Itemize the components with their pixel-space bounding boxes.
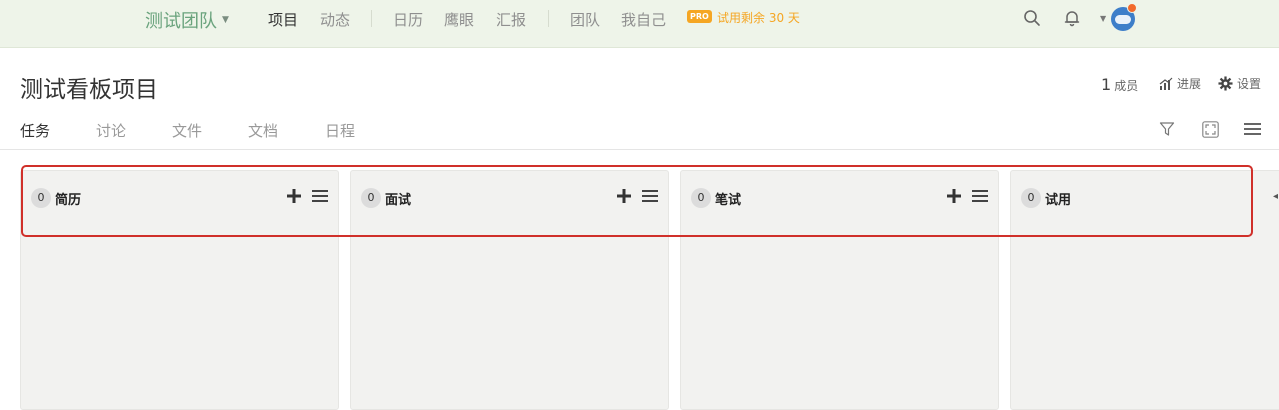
column-menu-icon[interactable] bbox=[971, 187, 989, 205]
members-button[interactable]: 1 成员 bbox=[1101, 75, 1138, 94]
search-icon[interactable] bbox=[1022, 8, 1042, 28]
tab-divider bbox=[0, 149, 1279, 150]
gear-icon bbox=[1218, 76, 1233, 91]
column-header[interactable]: 0 面试 bbox=[351, 171, 668, 225]
bell-icon[interactable] bbox=[1062, 8, 1082, 28]
column-title[interactable]: 简历 bbox=[55, 189, 81, 208]
nav-divider bbox=[548, 10, 549, 27]
nav-divider bbox=[371, 10, 372, 27]
nav-link-projects[interactable]: 项目 bbox=[268, 9, 298, 30]
tab-files[interactable]: 文件 bbox=[172, 120, 202, 141]
add-task-icon[interactable] bbox=[286, 187, 302, 205]
tab-schedule[interactable]: 日程 bbox=[325, 120, 355, 141]
members-label: 成员 bbox=[1114, 79, 1139, 93]
fullscreen-icon[interactable] bbox=[1200, 119, 1220, 139]
nav-link-calendar[interactable]: 日历 bbox=[393, 9, 423, 30]
kanban-column: 0 笔试 bbox=[680, 170, 999, 410]
column-title[interactable]: 试用 bbox=[1045, 189, 1071, 208]
column-title[interactable]: 笔试 bbox=[715, 189, 741, 208]
kanban-column: 0 简历 bbox=[20, 170, 339, 410]
filter-icon[interactable] bbox=[1157, 119, 1177, 139]
column-count-badge: 0 bbox=[361, 188, 381, 208]
column-header[interactable]: 0 试用 bbox=[1011, 171, 1279, 225]
kanban-column: 0 面试 bbox=[350, 170, 669, 410]
column-title[interactable]: 面试 bbox=[385, 189, 411, 208]
add-task-icon[interactable] bbox=[946, 187, 962, 205]
column-header[interactable]: 0 笔试 bbox=[681, 171, 998, 225]
kanban-column: 0 试用 bbox=[1010, 170, 1279, 410]
tab-discussion[interactable]: 讨论 bbox=[96, 120, 126, 141]
nav-link-activity[interactable]: 动态 bbox=[320, 9, 350, 30]
chart-bars-icon bbox=[1159, 77, 1173, 90]
column-count-badge: 0 bbox=[691, 188, 711, 208]
nav-link-reports[interactable]: 汇报 bbox=[496, 9, 526, 30]
top-navigation-bar: 测试团队 ▼ 项目 动态 日历 鹰眼 汇报 团队 我自己 PRO 试用剩余 30… bbox=[0, 0, 1279, 48]
team-switcher[interactable]: 测试团队 ▼ bbox=[145, 7, 229, 33]
members-count: 1 bbox=[1101, 75, 1112, 94]
team-name: 测试团队 bbox=[145, 11, 217, 32]
nav-link-myself[interactable]: 我自己 bbox=[621, 9, 666, 30]
settings-button[interactable]: 设置 bbox=[1218, 75, 1261, 92]
column-count-badge: 0 bbox=[31, 188, 51, 208]
chevron-down-icon: ▼ bbox=[1100, 14, 1107, 23]
column-menu-icon[interactable] bbox=[641, 187, 659, 205]
notification-dot bbox=[1127, 3, 1137, 13]
page-title: 测试看板项目 bbox=[20, 77, 158, 103]
nav-link-hawkeye[interactable]: 鹰眼 bbox=[444, 9, 474, 30]
trial-remaining-link[interactable]: 试用剩余 30 天 bbox=[717, 9, 800, 26]
tab-documents[interactable]: 文档 bbox=[248, 120, 278, 141]
column-menu-icon[interactable] bbox=[311, 187, 329, 205]
progress-button[interactable]: 进展 bbox=[1159, 75, 1201, 92]
column-count-badge: 0 bbox=[1021, 188, 1041, 208]
column-header[interactable]: 0 简历 bbox=[21, 171, 338, 225]
user-menu[interactable]: ▼ bbox=[1100, 3, 1140, 32]
pro-badge[interactable]: PRO bbox=[687, 10, 712, 23]
chevron-down-icon: ▼ bbox=[222, 15, 229, 25]
tab-tasks[interactable]: 任务 bbox=[20, 120, 50, 141]
progress-label: 进展 bbox=[1177, 77, 1202, 91]
menu-icon[interactable] bbox=[1242, 119, 1262, 139]
scroll-right-icon[interactable]: ◂ bbox=[1273, 191, 1278, 202]
settings-label: 设置 bbox=[1237, 77, 1262, 91]
add-task-icon[interactable] bbox=[616, 187, 632, 205]
nav-link-team[interactable]: 团队 bbox=[570, 9, 600, 30]
